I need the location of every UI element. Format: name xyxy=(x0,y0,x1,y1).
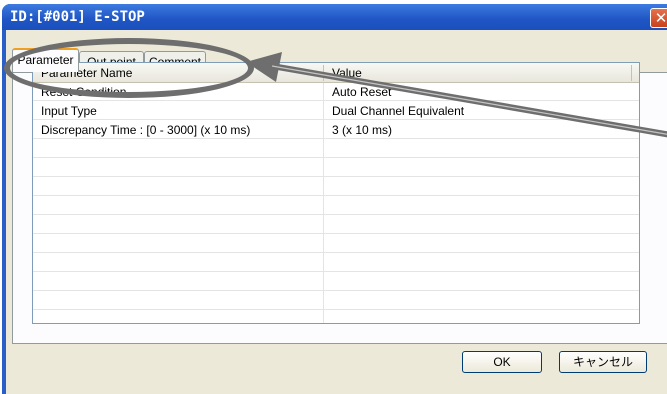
table-row[interactable] xyxy=(33,140,639,158)
ok-button[interactable]: OK xyxy=(462,351,542,373)
tab-parameter-label: Parameter xyxy=(17,53,74,67)
table-row[interactable] xyxy=(33,292,639,310)
column-divider[interactable] xyxy=(631,65,632,81)
table-row[interactable] xyxy=(33,216,639,234)
parameter-name-cell: Discrepancy Time : [0 - 3000] (x 10 ms) xyxy=(41,123,251,137)
table-row[interactable] xyxy=(33,254,639,272)
window-title: ID:[#001] E-STOP xyxy=(10,9,145,25)
close-button[interactable]: ✕ xyxy=(650,8,667,28)
table-row[interactable] xyxy=(33,159,639,177)
value-cell[interactable]: 3 (x 10 ms) xyxy=(324,121,634,139)
table-row[interactable] xyxy=(33,178,639,196)
column-header-value[interactable]: Value xyxy=(324,63,624,83)
cancel-button[interactable]: キャンセル xyxy=(559,351,647,373)
table-row[interactable]: Discrepancy Time : [0 - 3000] (x 10 ms) 3… xyxy=(33,121,639,139)
title-bar[interactable]: ID:[#001] E-STOP xyxy=(2,4,667,30)
value-cell[interactable]: Auto Reset xyxy=(324,83,634,101)
parameter-grid[interactable]: Parameter Name Value Reset Condition Auto… xyxy=(32,62,640,324)
grid-header: Parameter Name Value xyxy=(33,63,639,83)
table-row[interactable] xyxy=(33,197,639,215)
dialog-window: ID:[#001] E-STOP ✕ Parameter Out point C… xyxy=(2,4,667,394)
table-row[interactable]: Input Type Dual Channel Equivalent xyxy=(33,102,639,120)
parameter-name-cell: Input Type xyxy=(41,104,97,118)
table-row[interactable] xyxy=(33,273,639,291)
table-row[interactable]: Reset Condition Auto Reset xyxy=(33,83,639,101)
parameter-name-cell: Reset Condition xyxy=(41,85,127,99)
table-row[interactable] xyxy=(33,235,639,253)
value-cell[interactable]: Dual Channel Equivalent xyxy=(324,102,634,120)
close-icon: ✕ xyxy=(654,9,667,27)
tab-parameter[interactable]: Parameter xyxy=(12,48,79,72)
